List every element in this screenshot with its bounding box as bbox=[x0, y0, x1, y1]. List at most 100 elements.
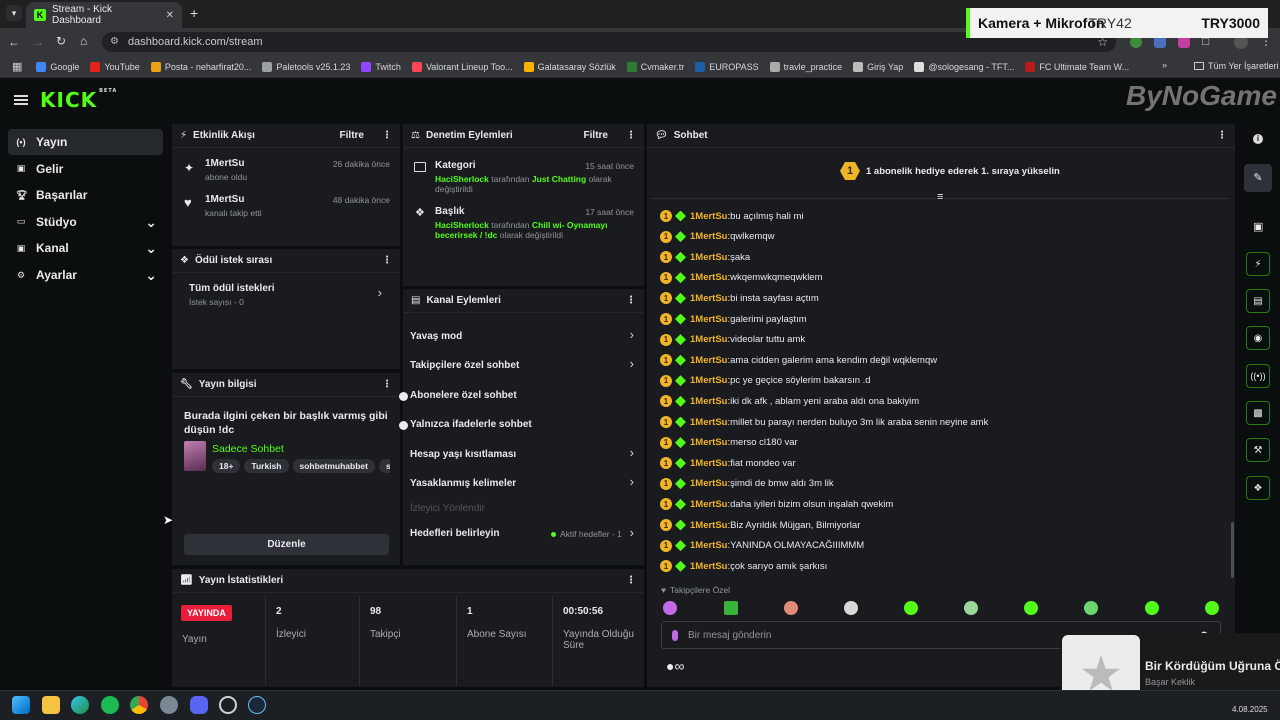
all-bookmarks-folder[interactable]: Tüm Yer İşaretleri bbox=[1194, 61, 1279, 71]
tag-chip[interactable]: sıkıl bbox=[378, 459, 390, 473]
app-icon[interactable] bbox=[160, 696, 178, 714]
chat-username[interactable]: 1MertSu bbox=[690, 520, 727, 531]
tag-chip[interactable]: 18+ bbox=[212, 459, 241, 473]
quick-action-broadcast-icon[interactable]: ((•)) bbox=[1246, 364, 1270, 388]
forward-icon[interactable]: → bbox=[32, 35, 44, 49]
address-bar[interactable]: ⚙ dashboard.kick.com/stream ☆ bbox=[102, 32, 1116, 52]
chat-username[interactable]: 1MertSu bbox=[690, 375, 727, 386]
category-link[interactable]: Sadece Sohbet bbox=[212, 443, 284, 455]
bookmark-item[interactable]: Google bbox=[36, 61, 79, 72]
moderation-more-icon[interactable]: ⋮ bbox=[626, 130, 636, 141]
bookmark-item[interactable]: Cvmaker.tr bbox=[626, 61, 684, 72]
chat-username[interactable]: 1MertSu bbox=[690, 355, 727, 366]
sidebar-item-yayın[interactable]: (•) Yayın bbox=[8, 129, 163, 155]
edit-layout-button[interactable]: ✎ bbox=[1244, 164, 1272, 192]
spotify-icon[interactable] bbox=[101, 696, 119, 714]
bookmark-item[interactable]: Galatasaray Sözlük bbox=[523, 61, 616, 72]
quick-action-bolt-icon[interactable]: ⚡ bbox=[1246, 252, 1270, 276]
moderation-filter-button[interactable]: Filtre bbox=[584, 130, 608, 141]
chat-username[interactable]: 1MertSu bbox=[690, 458, 727, 469]
bookmark-item[interactable]: EUROPASS bbox=[695, 61, 759, 72]
windows-start-icon[interactable] bbox=[12, 696, 30, 714]
chat-username[interactable]: 1MertSu bbox=[690, 314, 727, 325]
goals-row[interactable]: Hedefleri belirleyin Aktif hedefler - 1 … bbox=[403, 525, 644, 545]
activity-filter-button[interactable]: Filtre bbox=[340, 130, 364, 141]
emote-icon[interactable] bbox=[1024, 601, 1038, 615]
focus-icon[interactable]: ▣ bbox=[1253, 220, 1263, 233]
quick-action-rewards-icon[interactable]: ❖ bbox=[1246, 476, 1270, 500]
bookmark-item[interactable]: @sologesang - TFT... bbox=[914, 61, 1014, 72]
reload-icon[interactable]: ↻ bbox=[56, 34, 66, 48]
sidebar-item-ayarlar[interactable]: ⚙ Ayarlar ⌄ bbox=[8, 262, 163, 288]
new-tab-button[interactable]: + bbox=[190, 6, 198, 20]
emote-icon[interactable] bbox=[784, 601, 798, 615]
channel-action-row[interactable]: Yavaş mod › bbox=[403, 327, 644, 348]
moderator-name[interactable]: HaciSherlock bbox=[435, 174, 489, 184]
chevron-down-icon[interactable]: ⌄ bbox=[145, 215, 157, 229]
steam-icon[interactable] bbox=[248, 696, 266, 714]
moderator-name[interactable]: HaciSherlock bbox=[435, 220, 489, 230]
file-explorer-icon[interactable] bbox=[42, 696, 60, 714]
bookmark-item[interactable]: Giriş Yap bbox=[853, 61, 903, 72]
site-info-icon[interactable]: ⚙ bbox=[110, 36, 119, 47]
bookmark-item[interactable]: FC Ultimate Team W... bbox=[1025, 61, 1129, 72]
chrome-icon[interactable] bbox=[130, 696, 148, 714]
sidebar-item-kanal[interactable]: ▣ Kanal ⌄ bbox=[8, 235, 163, 261]
chat-username[interactable]: 1MertSu bbox=[690, 252, 727, 263]
back-icon[interactable]: ← bbox=[8, 35, 20, 49]
chat-username[interactable]: 1MertSu bbox=[690, 396, 727, 407]
bookmark-item[interactable]: Paletools v25.1.23 bbox=[262, 61, 350, 72]
channel-action-row[interactable]: Abonelere özel sohbet bbox=[403, 387, 644, 407]
stats-more-icon[interactable]: ⋮ bbox=[626, 575, 636, 586]
emote-icon[interactable] bbox=[844, 601, 858, 615]
tab-search-button[interactable]: ▾ bbox=[6, 5, 22, 21]
sidebar-item-gelir[interactable]: ▣ Gelir bbox=[8, 156, 163, 182]
browser-tab-active[interactable]: K Stream - Kick Dashboard ✕ bbox=[26, 2, 182, 28]
emote-icon[interactable] bbox=[724, 601, 738, 615]
edit-stream-info-button[interactable]: Düzenle bbox=[184, 534, 389, 555]
emote-icon[interactable] bbox=[1084, 601, 1098, 615]
activity-more-icon[interactable]: ⋮ bbox=[382, 130, 392, 141]
bookmark-item[interactable]: YouTube bbox=[90, 61, 140, 72]
pinned-gift-banner[interactable]: 1 1 abonelik hediye ederek 1. sıraya yük… bbox=[840, 161, 1060, 181]
all-rewards-row[interactable]: Tüm ödül istekleri İstek sayısı - 0 › bbox=[172, 281, 400, 309]
channel-actions-more-icon[interactable]: ⋮ bbox=[626, 295, 636, 306]
info-icon[interactable]: i bbox=[1253, 134, 1263, 144]
chat-username[interactable]: 1MertSu bbox=[690, 499, 727, 510]
tag-chip[interactable]: Turkish bbox=[244, 459, 289, 473]
bookmarks-more-icon[interactable]: » bbox=[1162, 60, 1167, 70]
chat-username[interactable]: 1MertSu bbox=[690, 417, 727, 428]
emote-icon[interactable] bbox=[1205, 601, 1219, 615]
kick-logo[interactable]: KICK BETA bbox=[40, 88, 117, 112]
quick-action-notes-icon[interactable]: ▤ bbox=[1246, 289, 1270, 313]
chat-more-icon[interactable]: ⋮ bbox=[1217, 130, 1227, 141]
chat-username[interactable]: 1MertSu bbox=[690, 334, 727, 345]
emote-icon[interactable] bbox=[663, 601, 677, 615]
hamburger-menu-icon[interactable] bbox=[14, 95, 28, 105]
chat-username[interactable]: 1MertSu bbox=[690, 478, 727, 489]
app-icon[interactable] bbox=[219, 696, 237, 714]
tag-chip[interactable]: sohbetmuhabbet bbox=[292, 459, 375, 473]
chat-username[interactable]: 1MertSu bbox=[690, 293, 727, 304]
chat-username[interactable]: 1MertSu bbox=[690, 437, 727, 448]
event-user[interactable]: 1MertSu bbox=[205, 194, 244, 205]
quick-action-layout-icon[interactable]: ▩ bbox=[1246, 401, 1270, 425]
sidebar-item-başarılar[interactable]: 🏆︎ Başarılar bbox=[8, 182, 163, 208]
chat-scrollbar[interactable] bbox=[1231, 522, 1234, 578]
stream-info-more-icon[interactable]: ⋮ bbox=[382, 379, 392, 390]
event-user[interactable]: 1MertSu bbox=[205, 158, 244, 169]
channel-action-row[interactable]: Hesap yaşı kısıtlaması › bbox=[403, 445, 644, 466]
emote-icon[interactable] bbox=[904, 601, 918, 615]
home-icon[interactable]: ⌂ bbox=[80, 34, 87, 48]
channel-action-row[interactable]: Yalnızca ifadelerle sohbet bbox=[403, 416, 644, 436]
apps-grid-icon[interactable]: ▦ bbox=[12, 60, 22, 73]
bookmark-item[interactable]: travle_practice bbox=[769, 61, 842, 72]
tab-close-icon[interactable]: ✕ bbox=[166, 10, 174, 21]
emote-icon[interactable] bbox=[964, 601, 978, 615]
chat-username[interactable]: 1MertSu bbox=[690, 211, 727, 222]
bookmark-item[interactable]: Twitch bbox=[361, 61, 401, 72]
chevron-down-icon[interactable]: ⌄ bbox=[145, 241, 157, 255]
emote-icon[interactable] bbox=[1145, 601, 1159, 615]
infinity-points-icon[interactable]: ●∞ bbox=[666, 658, 684, 674]
bookmark-item[interactable]: Valorant Lineup Too... bbox=[411, 61, 513, 72]
